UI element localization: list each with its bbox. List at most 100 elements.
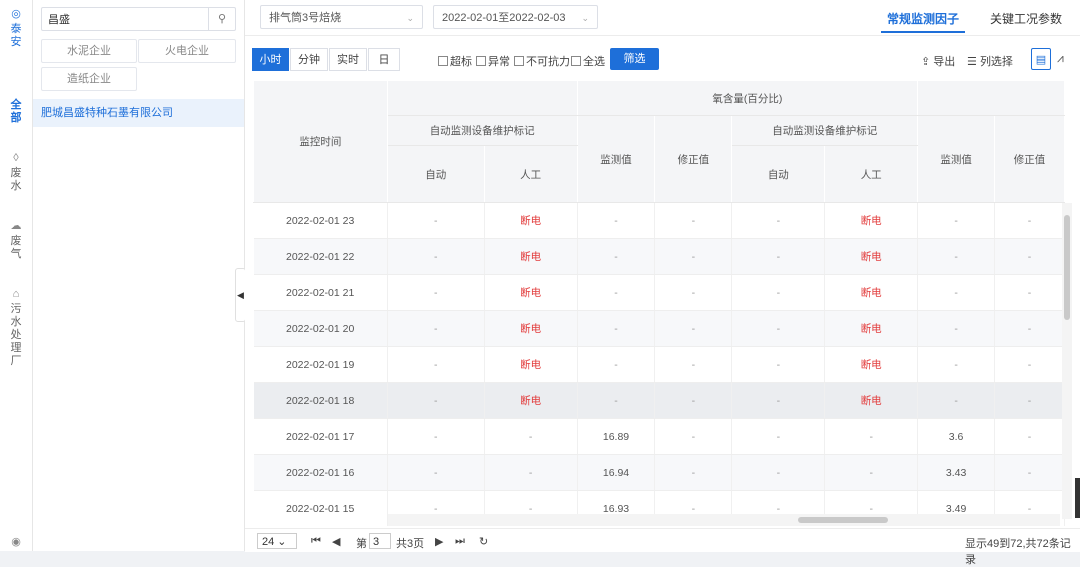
column-select-button[interactable]: ☰ 列选择 <box>967 53 1013 69</box>
rail-item-all[interactable]: 全部 <box>0 99 32 125</box>
rail-sewage-label: 污水处理厂 <box>10 303 22 367</box>
side-drawer-tab[interactable] <box>1075 478 1080 518</box>
checkbox-select-all[interactable]: 全选 <box>571 53 605 69</box>
last-page-button[interactable]: ⏭ <box>455 535 465 548</box>
rail-item-region[interactable]: ◎ 泰安 <box>0 8 32 49</box>
vertical-scrollbar[interactable] <box>1062 203 1072 519</box>
export-icon: ⇪ <box>921 56 931 68</box>
table-row[interactable]: 2022-02-01 18- 断电 - - - 断电 - - <box>253 382 1065 419</box>
cell-value: - <box>387 346 485 383</box>
cell-time: 2022-02-01 22 <box>253 238 388 275</box>
cell-value: - <box>824 418 919 455</box>
rail-item-waste-gas[interactable]: ☁ 废气 <box>0 220 32 261</box>
checkbox-force-majeure[interactable]: 不可抗力 <box>514 53 570 69</box>
cell-value: 断电 <box>484 382 578 419</box>
next-page-button[interactable]: ▶ <box>435 535 443 548</box>
chart-view-button[interactable]: ⩘ <box>1057 51 1064 66</box>
cell-value: - <box>654 382 733 419</box>
table-row[interactable]: 2022-02-01 16- -16.94- - -3.43- <box>253 454 1065 491</box>
page-size-select[interactable]: 24 ⌄ <box>257 533 297 549</box>
table-row[interactable]: 2022-02-01 21- 断电 - - - 断电 - - <box>253 274 1065 311</box>
checkbox-abnormal[interactable]: 异常 <box>476 53 510 69</box>
table-row[interactable]: 2022-02-01 20- 断电 - - - 断电 - - <box>253 310 1065 347</box>
active-tab-indicator <box>881 31 965 33</box>
header-auto: 自动 <box>386 145 485 203</box>
cell-value: - <box>917 274 996 311</box>
rail-item-sewage-plant[interactable]: ⌂ 污水处理厂 <box>0 288 32 368</box>
header-spacer <box>386 80 578 116</box>
rail-waste-gas-label: 废气 <box>10 235 22 260</box>
location-pin-icon: ◎ <box>11 8 21 20</box>
cell-value: - <box>654 346 733 383</box>
cell-value: 16.89 <box>577 418 656 455</box>
page-number-input[interactable]: 3 <box>369 533 391 549</box>
scrollbar-thumb[interactable] <box>1064 215 1070 320</box>
filter-button[interactable]: 筛选 <box>610 48 659 70</box>
refresh-button[interactable]: ↻ <box>479 535 488 548</box>
scrollbar-thumb[interactable] <box>798 517 888 523</box>
header-corrected: 修正值 <box>654 115 733 203</box>
checkbox-box <box>438 56 448 66</box>
table-row[interactable]: 2022-02-01 23- 断电 - - - 断电 - - <box>253 202 1065 239</box>
table-row[interactable]: 2022-02-01 19- 断电 - - - 断电 - - <box>253 346 1065 383</box>
granularity-hour[interactable]: 小时 <box>252 48 289 71</box>
category-chip-paper[interactable]: 造纸企业 <box>41 67 137 91</box>
cell-value: - <box>577 382 656 419</box>
cell-value: - <box>387 202 485 239</box>
cell-value: 断电 <box>484 202 578 239</box>
company-list-item[interactable]: 肥城昌盛特种石墨有限公司 <box>33 99 244 127</box>
data-table-wrap: 监控时间 氧含量(百分比) 自动监测设备维护标记 监测值 修正值 自动监测设备维… <box>253 80 1065 526</box>
prev-page-button[interactable]: ◀ <box>332 535 340 548</box>
search-button[interactable]: ⚲ <box>208 8 235 30</box>
granularity-realtime[interactable]: 实时 <box>329 48 367 71</box>
checkbox-exceed[interactable]: 超标 <box>438 53 472 69</box>
circle-menu-icon: ◉ <box>11 536 21 548</box>
granularity-day[interactable]: 日 <box>368 48 400 71</box>
cell-value: - <box>577 202 656 239</box>
cell-value: - <box>577 310 656 347</box>
checkbox-box <box>514 56 524 66</box>
header-maintenance-group: 自动监测设备维护标记 <box>386 115 578 146</box>
cell-value: 断电 <box>824 202 919 239</box>
cell-value: 断电 <box>824 238 919 275</box>
cell-value: - <box>731 346 826 383</box>
tab-regular-factors[interactable]: 常规监测因子 <box>887 10 959 27</box>
table-row[interactable]: 2022-02-01 17- -16.89- - -3.6- <box>253 418 1065 455</box>
cell-value: 3.43 <box>917 454 996 491</box>
cell-time: 2022-02-01 17 <box>253 418 388 455</box>
cell-time: 2022-02-01 20 <box>253 310 388 347</box>
page-size-value: 24 <box>262 536 275 548</box>
rail-bottom-icon[interactable]: ◉ <box>0 536 32 551</box>
cell-value: - <box>654 310 733 347</box>
rail-item-waste-water[interactable]: ◊ 废水 <box>0 152 32 193</box>
cell-value: - <box>654 238 733 275</box>
table-view-button[interactable]: ▤ <box>1031 48 1051 70</box>
date-range-select[interactable]: 2022-02-01至2022-02-03 ⌄ <box>433 5 598 29</box>
cell-value: - <box>917 238 996 275</box>
enterprise-search-input[interactable] <box>46 8 210 30</box>
horizontal-scrollbar[interactable] <box>388 514 1060 526</box>
header-measured: 监测值 <box>917 115 996 203</box>
export-button[interactable]: ⇪ 导出 <box>921 53 955 69</box>
search-icon: ⚲ <box>217 13 227 25</box>
tab-key-params[interactable]: 关键工况参数 <box>990 10 1062 27</box>
cell-value: - <box>387 454 485 491</box>
cloud-icon: ☁ <box>10 220 22 232</box>
granularity-minute[interactable]: 分钟 <box>290 48 328 71</box>
category-chip-cement[interactable]: 水泥企业 <box>41 39 137 63</box>
table-row[interactable]: 2022-02-01 22- 断电 - - - 断电 - - <box>253 238 1065 275</box>
cell-value: - <box>731 418 826 455</box>
outlet-select[interactable]: 排气筒3号焙烧 ⌄ <box>260 5 423 29</box>
cell-value: - <box>577 346 656 383</box>
cell-value: - <box>994 238 1065 275</box>
cell-value: - <box>994 382 1065 419</box>
category-chip-power[interactable]: 火电企业 <box>138 39 236 63</box>
cell-value: - <box>577 238 656 275</box>
document-icon: ▤ <box>1035 54 1047 66</box>
chart-icon: ⩘ <box>1057 51 1064 65</box>
header-auto: 自动 <box>731 145 826 203</box>
first-page-button[interactable]: ⏮ <box>311 535 321 548</box>
outlet-select-value: 排气筒3号焙烧 <box>269 12 342 24</box>
page-prefix: 第 <box>356 538 367 550</box>
cell-value: - <box>484 418 578 455</box>
